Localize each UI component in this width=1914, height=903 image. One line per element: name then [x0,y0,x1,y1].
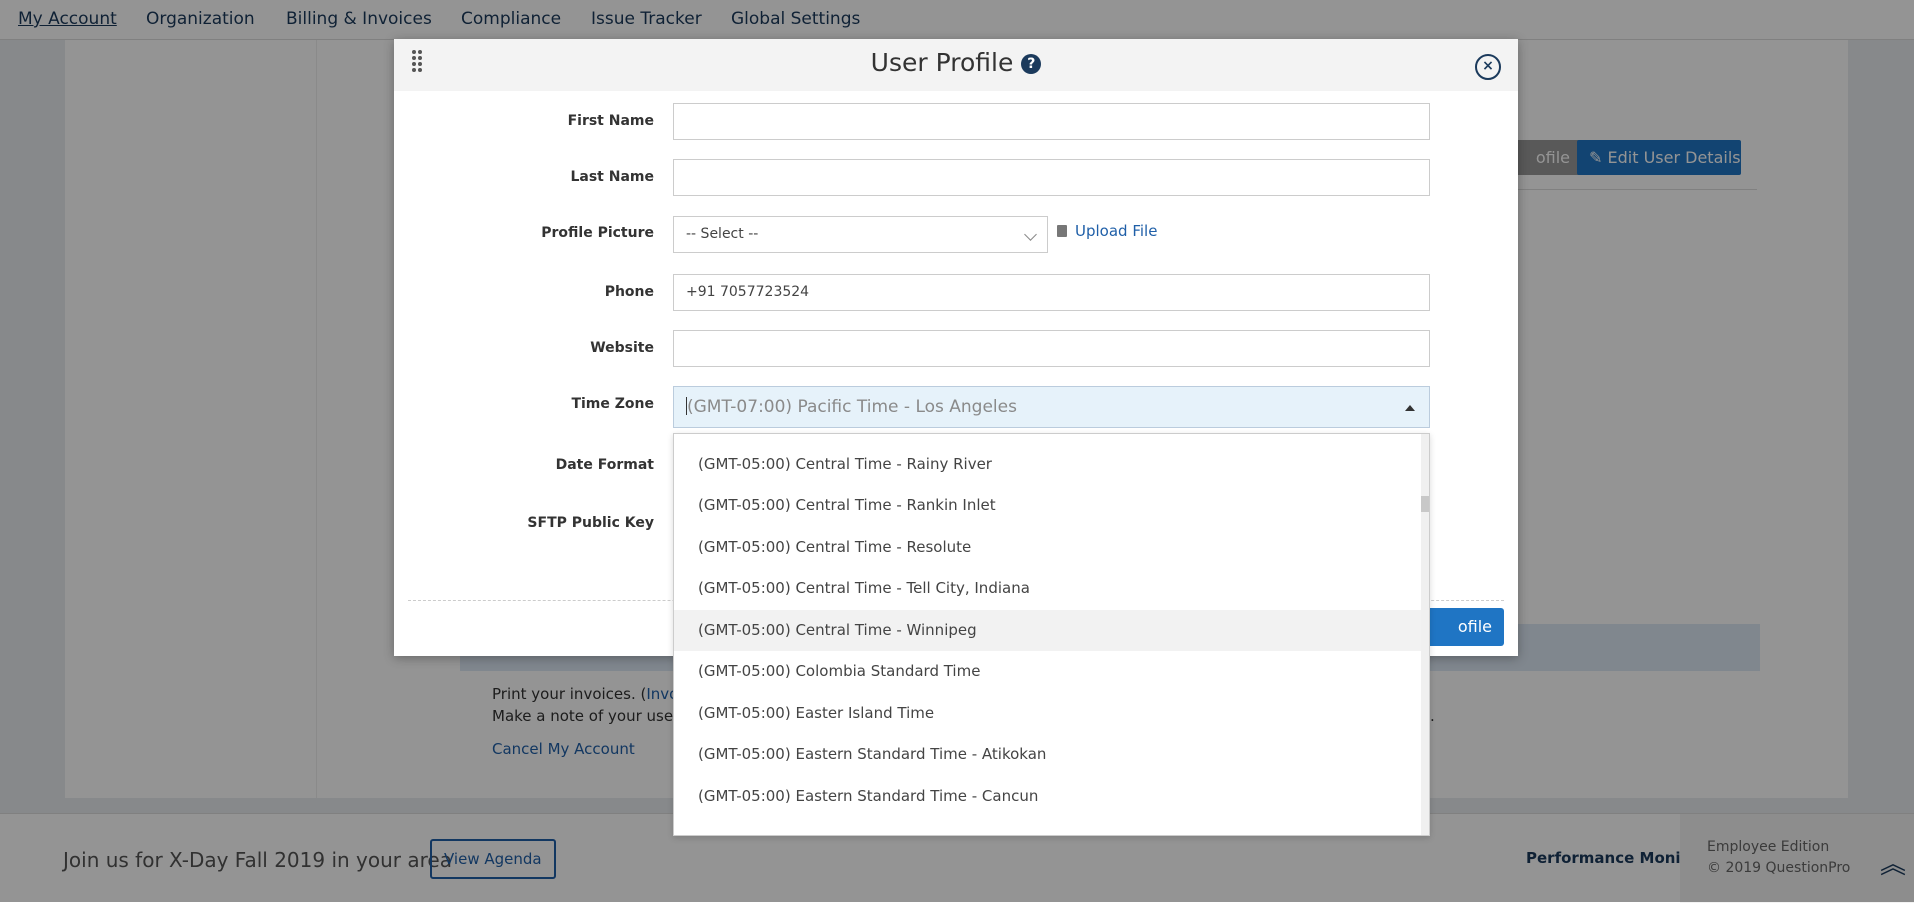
upload-file-link[interactable]: Upload File [1057,222,1157,240]
modal-title: User Profile? [394,48,1518,77]
time-zone-option[interactable]: (GMT-05:00) Eastern Standard Time - Canc… [674,776,1422,817]
time-zone-option[interactable]: (GMT-05:00) Central Time - Tell City, In… [674,568,1422,609]
first-name-input[interactable] [673,103,1430,140]
time-zone-option[interactable]: (GMT-05:00) Colombia Standard Time [674,651,1422,692]
time-zone-option-highlighted[interactable]: (GMT-05:00) Central Time - Winnipeg [674,610,1422,651]
modal-header: User Profile? × [394,39,1518,91]
phone-input[interactable]: +91 7057723524 [673,274,1430,311]
time-zone-dropdown: (GMT-05:00) Central Time - Rainy River (… [673,433,1430,836]
website-input[interactable] [673,330,1430,367]
caret-up-icon [1405,405,1415,411]
time-zone-option[interactable]: (GMT-05:00) Central Time - Rankin Inlet [674,485,1422,526]
chevron-down-icon [1024,228,1037,241]
time-zone-option[interactable]: (GMT-05:00) Eastern Standard Time - Atik… [674,734,1422,775]
time-zone-select[interactable]: (GMT-07:00) Pacific Time - Los Angeles [673,386,1430,428]
time-zone-option[interactable]: (GMT-05:00) Central Time - Rainy River [674,444,1422,485]
profile-picture-value: -- Select -- [686,226,759,242]
date-format-label: Date Format [555,457,654,473]
last-name-label: Last Name [570,169,654,185]
profile-picture-select[interactable]: -- Select -- [673,216,1048,253]
dropdown-scroll-thumb[interactable] [1421,496,1429,512]
time-zone-option[interactable]: (GMT-05:00) Easter Island Time [674,693,1422,734]
phone-label: Phone [604,284,654,300]
time-zone-label: Time Zone [571,396,654,412]
upload-file-label: Upload File [1075,222,1158,240]
sftp-public-key-label: SFTP Public Key [527,515,654,531]
website-label: Website [590,340,654,356]
file-icon [1057,225,1067,237]
last-name-input[interactable] [673,159,1430,196]
help-icon[interactable]: ? [1021,54,1042,74]
time-zone-value: (GMT-07:00) Pacific Time - Los Angeles [687,397,1017,417]
update-profile-button[interactable]: ofile [1424,608,1504,646]
close-icon[interactable]: × [1475,54,1501,80]
first-name-label: First Name [567,113,654,129]
modal-title-text: User Profile [870,48,1014,77]
profile-picture-label: Profile Picture [541,225,654,241]
dropdown-scrollbar[interactable] [1421,434,1429,835]
time-zone-option[interactable]: (GMT-05:00) Central Time - Resolute [674,527,1422,568]
